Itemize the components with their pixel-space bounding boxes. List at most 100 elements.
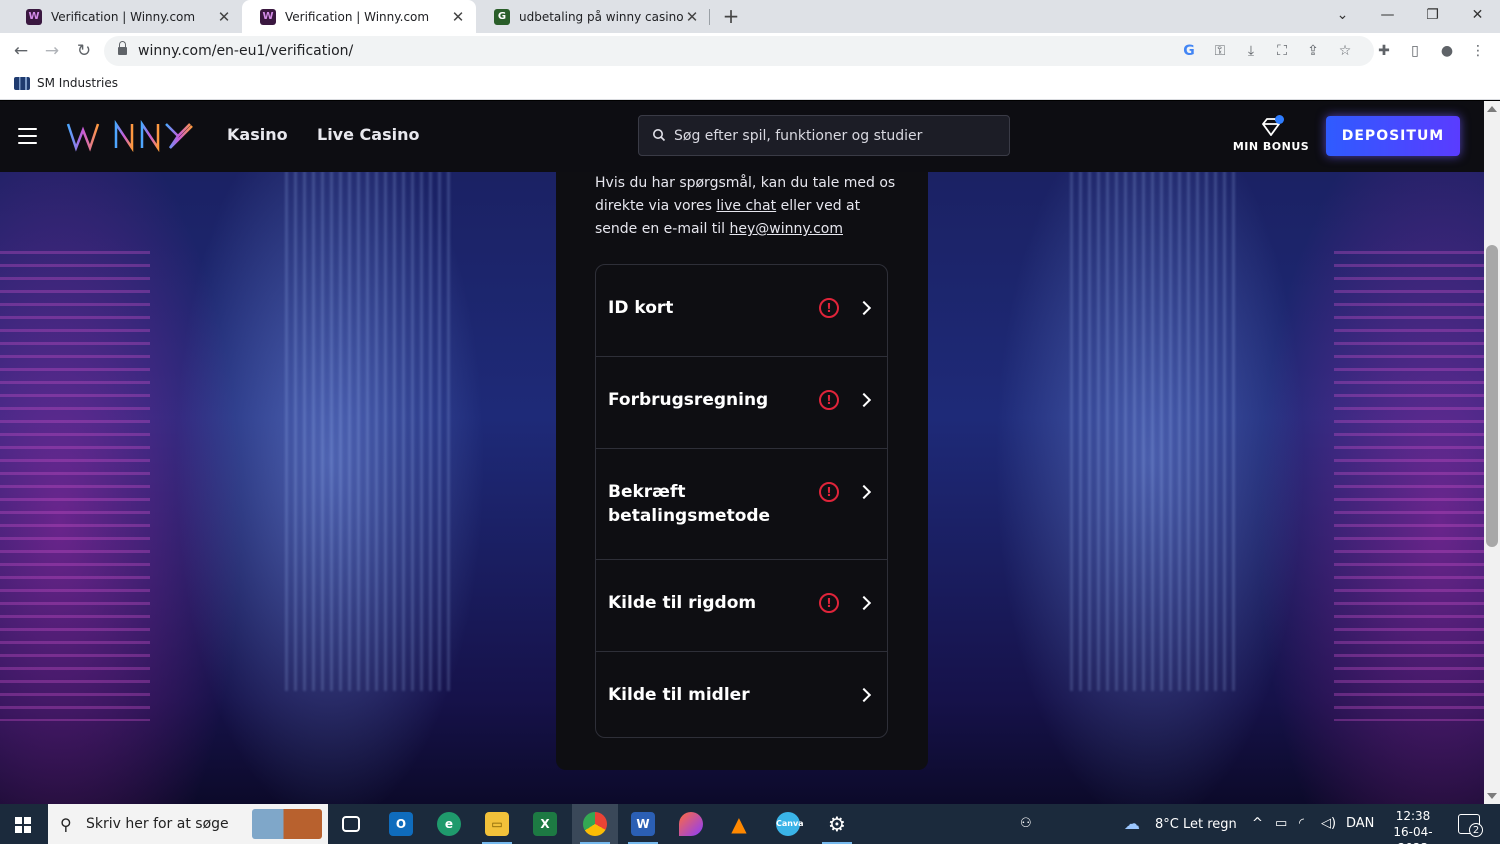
- item-label: Kilde til rigdom: [608, 593, 757, 613]
- forward-button[interactable]: →: [40, 39, 64, 63]
- clock-date: 16-04-2023: [1393, 825, 1433, 844]
- close-icon[interactable]: ✕: [216, 8, 232, 26]
- excel-icon[interactable]: X: [522, 804, 568, 844]
- warning-icon: !: [819, 390, 839, 410]
- minimize-button[interactable]: —: [1365, 0, 1410, 33]
- google-icon[interactable]: G: [1179, 41, 1199, 61]
- chevron-up-icon[interactable]: ^: [1252, 816, 1263, 831]
- wifi-icon[interactable]: ◜: [1299, 816, 1304, 831]
- warning-icon: !: [819, 298, 839, 318]
- map-icon: [14, 76, 30, 90]
- verification-item-utility-bill[interactable]: Forbrugsregning !: [596, 357, 887, 449]
- battery-icon[interactable]: ▭: [1275, 816, 1287, 831]
- search-input[interactable]: Søg efter spil, funktioner og studier: [638, 115, 1010, 156]
- tab-label: Verification | Winny.com: [51, 9, 196, 24]
- scroll-down-icon[interactable]: [1487, 793, 1497, 799]
- notification-dot: [1275, 115, 1284, 124]
- item-label: ID kort: [608, 298, 674, 318]
- site-header: Kasino Live Casino Søg efter spil, funkt…: [0, 101, 1484, 172]
- verification-item-source-of-funds[interactable]: Kilde til midler: [596, 652, 887, 737]
- winny-logo[interactable]: [66, 119, 198, 153]
- close-icon[interactable]: ✕: [684, 8, 700, 26]
- verification-item-payment-method[interactable]: Bekræft betalingsmetode !: [596, 449, 887, 560]
- bonus-label: MIN BONUS: [1232, 140, 1310, 153]
- google-docs-favicon-icon: G: [494, 8, 510, 25]
- verification-item-source-of-wealth[interactable]: Kilde til rigdom !: [596, 560, 887, 652]
- translate-icon[interactable]: ⛶: [1272, 41, 1292, 61]
- browser-tab-3[interactable]: G udbetaling på winny casino ✕: [476, 0, 710, 33]
- support-intro-text: Hvis du har spørgsmål, kan du tale med o…: [595, 172, 905, 241]
- tab-separator: [709, 9, 710, 25]
- install-icon[interactable]: ⤓: [1241, 41, 1261, 61]
- search-icon: [653, 129, 666, 142]
- lock-icon[interactable]: [118, 41, 127, 55]
- edge-icon[interactable]: e: [426, 804, 472, 844]
- search-icon: ⚲: [60, 815, 72, 834]
- browser-tab-2[interactable]: W Verification | Winny.com ✕: [242, 0, 476, 33]
- window-close-button[interactable]: ✕: [1455, 0, 1500, 33]
- canva-icon[interactable]: Canva: [765, 804, 811, 844]
- settings-gear-icon[interactable]: ⚙: [814, 804, 860, 844]
- vlc-icon[interactable]: ▲: [716, 804, 762, 844]
- weather-text[interactable]: 8°C Let regn: [1155, 817, 1237, 832]
- verification-item-id-card[interactable]: ID kort !: [596, 265, 887, 357]
- nav-live-casino[interactable]: Live Casino: [317, 125, 419, 144]
- deposit-button[interactable]: DEPOSITUM: [1326, 116, 1460, 156]
- reload-button[interactable]: ↻: [72, 39, 96, 63]
- word-icon[interactable]: W: [620, 804, 666, 844]
- item-label: Kilde til midler: [608, 685, 750, 705]
- share-icon[interactable]: ⇪: [1303, 41, 1323, 61]
- bookmarks-bar: SM Industries: [0, 69, 1500, 100]
- restore-button[interactable]: ❐: [1410, 0, 1455, 33]
- warning-icon: !: [819, 593, 839, 613]
- language-indicator[interactable]: DAN: [1346, 816, 1374, 831]
- people-icon[interactable]: ⚇: [1020, 816, 1032, 831]
- close-icon[interactable]: ✕: [450, 8, 466, 26]
- item-label: Bekræft betalingsmetode: [608, 482, 771, 526]
- neon-stripes-right: [1334, 251, 1484, 721]
- scroll-up-icon[interactable]: [1487, 106, 1497, 112]
- weather-cloud-icon[interactable]: ☁: [1124, 814, 1140, 833]
- live-chat-link[interactable]: live chat: [716, 198, 776, 214]
- back-button[interactable]: ←: [9, 39, 33, 63]
- browser-tab-1[interactable]: W Verification | Winny.com ✕: [8, 0, 242, 33]
- page-scrollbar[interactable]: [1484, 101, 1500, 804]
- notification-center-icon[interactable]: 2: [1458, 814, 1483, 837]
- key-icon[interactable]: ⚿: [1210, 41, 1230, 61]
- extensions-icon[interactable]: ✚: [1374, 41, 1394, 61]
- clock-time: 12:38: [1395, 809, 1431, 823]
- system-clock[interactable]: 12:38 16-04-2023: [1380, 808, 1446, 844]
- windows-taskbar: ⚲ Skriv her for at søge O e ▭ X W ▲ Canv…: [0, 804, 1500, 844]
- volume-icon[interactable]: ◁): [1321, 816, 1336, 831]
- taskbar-search-placeholder: Skriv her for at søge: [86, 816, 229, 832]
- hamburger-menu-icon[interactable]: [18, 128, 37, 144]
- color-drop-icon[interactable]: [668, 804, 714, 844]
- chevron-right-icon: [856, 687, 872, 703]
- url-text[interactable]: winny.com/en-eu1/verification/: [138, 43, 353, 59]
- new-tab-button[interactable]: +: [718, 3, 744, 29]
- nav-kasino[interactable]: Kasino: [227, 125, 288, 144]
- taskbar-search-input[interactable]: ⚲ Skriv her for at søge: [48, 804, 328, 844]
- email-link[interactable]: hey@winny.com: [730, 221, 844, 237]
- chrome-icon[interactable]: [572, 804, 618, 844]
- winny-logo-icon: [66, 119, 193, 153]
- my-bonus-button[interactable]: MIN BONUS: [1232, 115, 1310, 159]
- bookmark-sm-industries[interactable]: SM Industries: [14, 76, 118, 90]
- chevron-right-icon: [856, 595, 872, 611]
- light-beam-left: [285, 171, 455, 691]
- scrollbar-thumb[interactable]: [1486, 245, 1498, 547]
- chevron-right-icon: [856, 300, 872, 316]
- outlook-icon[interactable]: O: [378, 804, 424, 844]
- menu-kebab-icon[interactable]: ⋮: [1468, 41, 1488, 61]
- file-explorer-icon[interactable]: ▭: [474, 804, 520, 844]
- search-highlight-image: [252, 809, 322, 839]
- task-view-icon[interactable]: [328, 804, 374, 844]
- tab-search-chevron-icon[interactable]: ⌄: [1320, 0, 1365, 33]
- star-icon[interactable]: ☆: [1335, 41, 1355, 61]
- search-placeholder: Søg efter spil, funktioner og studier: [674, 128, 923, 144]
- profile-avatar-icon[interactable]: ●: [1437, 41, 1457, 61]
- windows-start-icon[interactable]: [15, 817, 31, 833]
- side-panel-icon[interactable]: ▯: [1405, 41, 1425, 61]
- chevron-right-icon: [856, 392, 872, 408]
- light-beam-right: [1070, 171, 1240, 691]
